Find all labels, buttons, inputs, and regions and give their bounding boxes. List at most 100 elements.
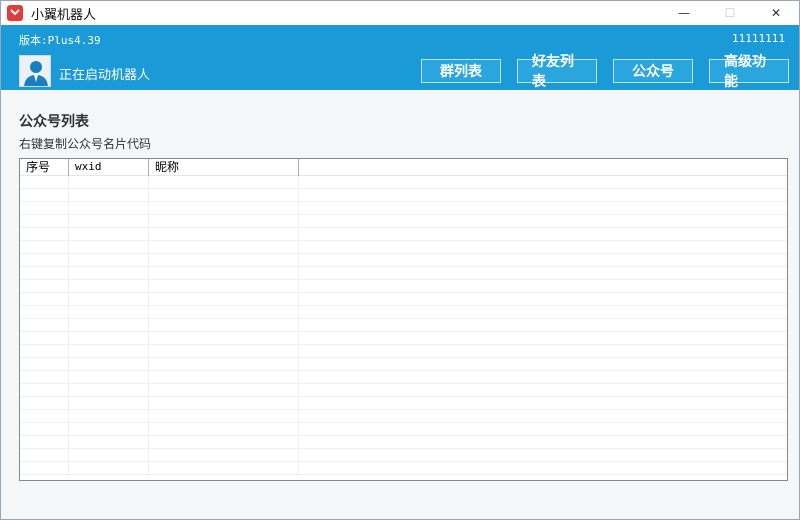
table-cell <box>69 462 149 475</box>
table-body[interactable] <box>20 176 787 480</box>
table-row[interactable] <box>20 410 787 423</box>
table-row[interactable] <box>20 462 787 475</box>
table-cell <box>149 319 299 332</box>
table-cell <box>69 384 149 397</box>
table-cell <box>20 267 69 280</box>
table-row[interactable] <box>20 228 787 241</box>
table-cell <box>69 358 149 371</box>
table-cell <box>149 241 299 254</box>
table-cell <box>69 280 149 293</box>
table-cell <box>149 189 299 202</box>
table-row[interactable] <box>20 423 787 436</box>
table-cell <box>20 189 69 202</box>
table-row[interactable] <box>20 189 787 202</box>
title-bar[interactable]: 小翼机器人 — ☐ ✕ <box>1 1 799 25</box>
table-cell <box>149 397 299 410</box>
page-title: 公众号列表 <box>19 114 89 130</box>
table-cell <box>299 332 787 345</box>
table-cell <box>69 345 149 358</box>
table-cell <box>299 176 787 189</box>
table-cell <box>299 202 787 215</box>
table-row[interactable] <box>20 215 787 228</box>
table-cell <box>20 462 69 475</box>
table-row[interactable] <box>20 267 787 280</box>
table-cell <box>299 189 787 202</box>
column-header-nickname[interactable]: 昵称 <box>149 159 299 176</box>
header-bar: 正在启动机器人 群列表 好友列表 公众号 高级功能 <box>1 53 799 90</box>
table-cell <box>149 358 299 371</box>
group-list-button[interactable]: 群列表 <box>421 59 501 83</box>
table-row[interactable] <box>20 319 787 332</box>
table-cell <box>299 319 787 332</box>
maximize-button[interactable]: ☐ <box>707 1 753 25</box>
table-cell <box>69 306 149 319</box>
table-row[interactable] <box>20 345 787 358</box>
table-cell <box>69 319 149 332</box>
table-cell <box>20 228 69 241</box>
table-cell <box>20 280 69 293</box>
table-cell <box>69 410 149 423</box>
table-cell <box>20 254 69 267</box>
app-window: 小翼机器人 — ☐ ✕ 版本:Plus4.39 11111111 正在启动机器人… <box>0 0 800 520</box>
close-button[interactable]: ✕ <box>753 1 799 25</box>
table-row[interactable] <box>20 202 787 215</box>
table-cell <box>69 241 149 254</box>
advanced-features-button[interactable]: 高级功能 <box>709 54 789 90</box>
table-row[interactable] <box>20 176 787 189</box>
table-cell <box>299 423 787 436</box>
account-id: 11111111 <box>732 32 785 45</box>
table-cell <box>299 267 787 280</box>
friend-list-button[interactable]: 好友列表 <box>517 54 597 90</box>
table-cell <box>149 215 299 228</box>
column-header-index[interactable]: 序号 <box>20 159 69 176</box>
table-cell <box>149 176 299 189</box>
minimize-button[interactable]: — <box>661 1 707 25</box>
table-row[interactable] <box>20 384 787 397</box>
table-cell <box>299 228 787 241</box>
table-cell <box>149 449 299 462</box>
table-row[interactable] <box>20 371 787 384</box>
table-cell <box>299 397 787 410</box>
table-cell <box>20 449 69 462</box>
table-cell <box>299 306 787 319</box>
table-cell <box>299 449 787 462</box>
table-cell <box>149 293 299 306</box>
table-cell <box>299 254 787 267</box>
table-cell <box>69 293 149 306</box>
table-row[interactable] <box>20 280 787 293</box>
table-row[interactable] <box>20 397 787 410</box>
user-avatar-icon <box>19 55 51 87</box>
table-cell <box>69 228 149 241</box>
table-cell <box>20 397 69 410</box>
page-hint: 右键复制公众号名片代码 <box>19 137 152 151</box>
table-row[interactable] <box>20 241 787 254</box>
table-row[interactable] <box>20 436 787 449</box>
table-cell <box>20 410 69 423</box>
table-row[interactable] <box>20 332 787 345</box>
table-cell <box>69 332 149 345</box>
table-cell <box>149 228 299 241</box>
table-cell <box>299 436 787 449</box>
table-cell <box>69 176 149 189</box>
table-cell <box>149 384 299 397</box>
table-cell <box>149 423 299 436</box>
official-account-table[interactable]: 序号 wxid 昵称 <box>19 158 788 481</box>
table-cell <box>149 345 299 358</box>
official-account-button[interactable]: 公众号 <box>613 59 693 83</box>
table-row[interactable] <box>20 254 787 267</box>
table-row[interactable] <box>20 449 787 462</box>
table-row[interactable] <box>20 358 787 371</box>
table-cell <box>20 241 69 254</box>
table-cell <box>149 280 299 293</box>
table-row[interactable] <box>20 293 787 306</box>
table-cell <box>149 267 299 280</box>
table-cell <box>20 293 69 306</box>
table-row[interactable] <box>20 306 787 319</box>
table-cell <box>20 215 69 228</box>
table-cell <box>149 410 299 423</box>
column-header-filler <box>299 159 787 176</box>
table-cell <box>299 345 787 358</box>
window-title: 小翼机器人 <box>31 7 97 23</box>
table-cell <box>20 358 69 371</box>
column-header-wxid[interactable]: wxid <box>69 159 149 176</box>
